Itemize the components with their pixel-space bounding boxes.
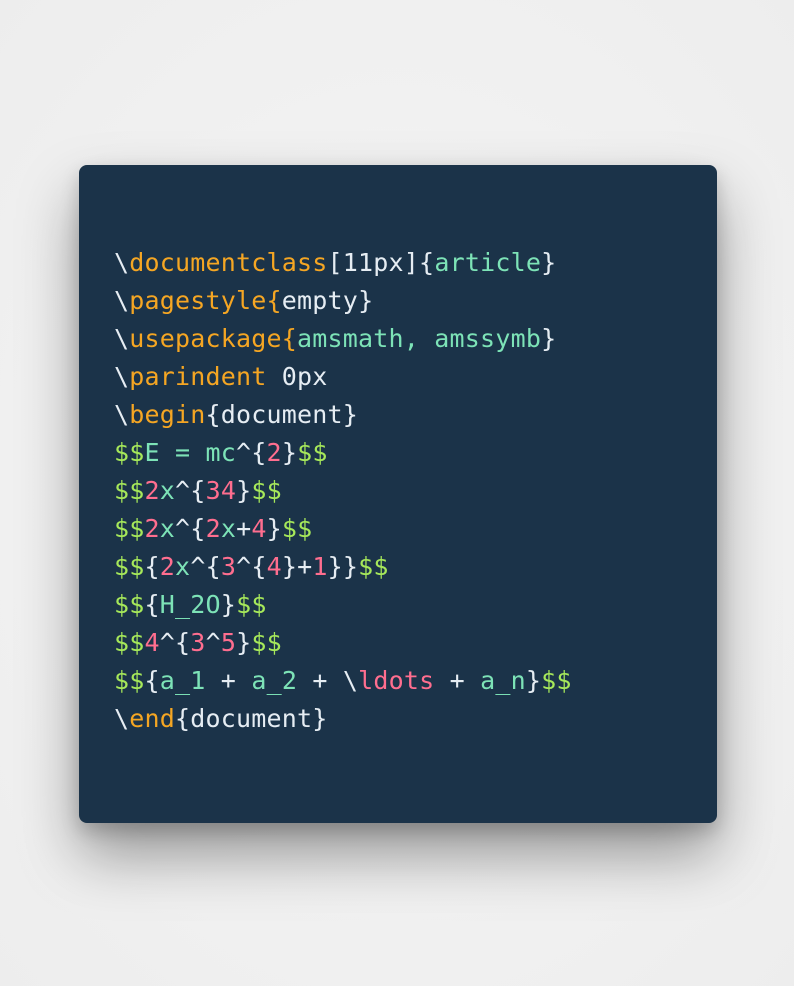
code-token: 3 xyxy=(220,552,237,581)
code-token: ^{ xyxy=(175,476,206,505)
code-token: + xyxy=(434,666,481,695)
code-token: $$ xyxy=(281,514,313,543)
code-line: $${a_1 + a_2 + \ldots + a_n}$$ xyxy=(114,662,717,700)
code-token: {document} xyxy=(205,400,359,429)
code-token: parindent xyxy=(129,362,267,391)
code-token: a_1 xyxy=(159,666,206,695)
code-token: $$ xyxy=(251,628,282,657)
code-token: 5 xyxy=(220,628,237,657)
code-line: $$2x^{2x+4}$$ xyxy=(114,510,717,548)
code-line: \end{document} xyxy=(114,700,717,738)
code-token: 2 xyxy=(266,438,282,467)
code-token: E = mc xyxy=(144,438,237,467)
code-token: documentclass xyxy=(129,248,328,277)
code-token: $$ xyxy=(114,438,145,467)
code-token: {document} xyxy=(175,704,328,733)
code-token: }+ xyxy=(281,552,313,581)
code-token: amsmath, amssymb xyxy=(297,324,542,353)
code-token: $$ xyxy=(114,590,145,619)
code-token: usepackage xyxy=(129,324,282,353)
code-token: x xyxy=(159,476,176,505)
code-token: x xyxy=(220,514,237,543)
code-line: \begin{document} xyxy=(114,396,717,434)
code-token: } xyxy=(541,248,557,277)
code-token: begin xyxy=(129,400,206,429)
code-token: } xyxy=(236,628,252,657)
code-token: $$ xyxy=(114,628,145,657)
code-token: 2 xyxy=(205,514,221,543)
code-token: pagestyle xyxy=(129,286,267,315)
code-token: + xyxy=(205,666,252,695)
code-token: 0px xyxy=(266,362,328,391)
code-token: $$ xyxy=(297,438,328,467)
code-token: $$ xyxy=(541,666,572,695)
code-token: 4 xyxy=(251,514,267,543)
code-snippet-card: \documentclass[11px]{article} \pagestyle{… xyxy=(79,165,717,823)
code-token: $$ xyxy=(114,514,145,543)
latex-code-block: \documentclass[11px]{article} \pagestyle{… xyxy=(114,244,717,738)
code-line: $$E = mc^{2}$$ xyxy=(114,434,717,472)
code-line: \parindent 0px xyxy=(114,358,717,396)
code-token: x xyxy=(175,552,191,581)
code-token: 4 xyxy=(144,628,160,657)
code-token: 4 xyxy=(266,552,282,581)
code-token: x xyxy=(159,514,176,543)
code-token: } xyxy=(541,324,557,353)
code-token: 2 xyxy=(144,476,160,505)
code-token: \ xyxy=(114,248,130,277)
code-token: article xyxy=(434,248,542,277)
code-token: \ xyxy=(114,400,130,429)
code-token: + \ xyxy=(297,666,359,695)
code-token: empty xyxy=(281,286,359,315)
code-token: } xyxy=(525,666,542,695)
code-token: 2 xyxy=(159,552,176,581)
code-token: ldots xyxy=(358,666,435,695)
code-token: 1 xyxy=(312,552,328,581)
code-line: \documentclass[11px]{article} xyxy=(114,244,717,282)
code-line: $${2x^{3^{4}+1}}$$ xyxy=(114,548,717,586)
code-token: $$ xyxy=(114,666,145,695)
code-line: $${H_2O}$$ xyxy=(114,586,717,624)
code-token: 2 xyxy=(144,514,160,543)
code-token: $$ xyxy=(251,476,282,505)
code-token: { xyxy=(144,590,160,619)
code-token: { xyxy=(144,666,160,695)
code-token: ^{ xyxy=(159,628,191,657)
code-line: \usepackage{amsmath, amssymb} xyxy=(114,320,717,358)
code-token: + xyxy=(236,514,252,543)
code-token: \ xyxy=(114,362,130,391)
code-token: }} xyxy=(327,552,359,581)
code-token: $$ xyxy=(114,552,145,581)
code-token: \ xyxy=(114,324,130,353)
code-token: } xyxy=(220,590,237,619)
code-token: a_2 xyxy=(251,666,298,695)
code-token: ^ xyxy=(205,628,221,657)
code-token: ^{ xyxy=(175,514,206,543)
code-token: end xyxy=(129,704,176,733)
code-line: $$2x^{34}$$ xyxy=(114,472,717,510)
code-line: $$4^{3^5}$$ xyxy=(114,624,717,662)
code-token: { xyxy=(144,552,160,581)
code-token: ^{ xyxy=(236,552,267,581)
code-token: { xyxy=(281,324,298,353)
code-token: 34 xyxy=(205,476,237,505)
code-token: $$ xyxy=(114,476,145,505)
code-token: [11px]{ xyxy=(327,248,435,277)
code-token: \ xyxy=(114,704,130,733)
code-token: a_n xyxy=(480,666,526,695)
code-token: \ xyxy=(114,286,130,315)
code-token: 3 xyxy=(190,628,206,657)
code-token: ^{ xyxy=(236,438,267,467)
code-token: $$ xyxy=(358,552,389,581)
code-token: H_2O xyxy=(159,590,221,619)
code-token: } xyxy=(358,286,374,315)
code-token: } xyxy=(236,476,252,505)
code-token: { xyxy=(266,286,282,315)
code-token: } xyxy=(266,514,282,543)
code-token: ^{ xyxy=(190,552,221,581)
code-token: $$ xyxy=(236,590,267,619)
code-token: } xyxy=(281,438,298,467)
code-line: \pagestyle{empty} xyxy=(114,282,717,320)
